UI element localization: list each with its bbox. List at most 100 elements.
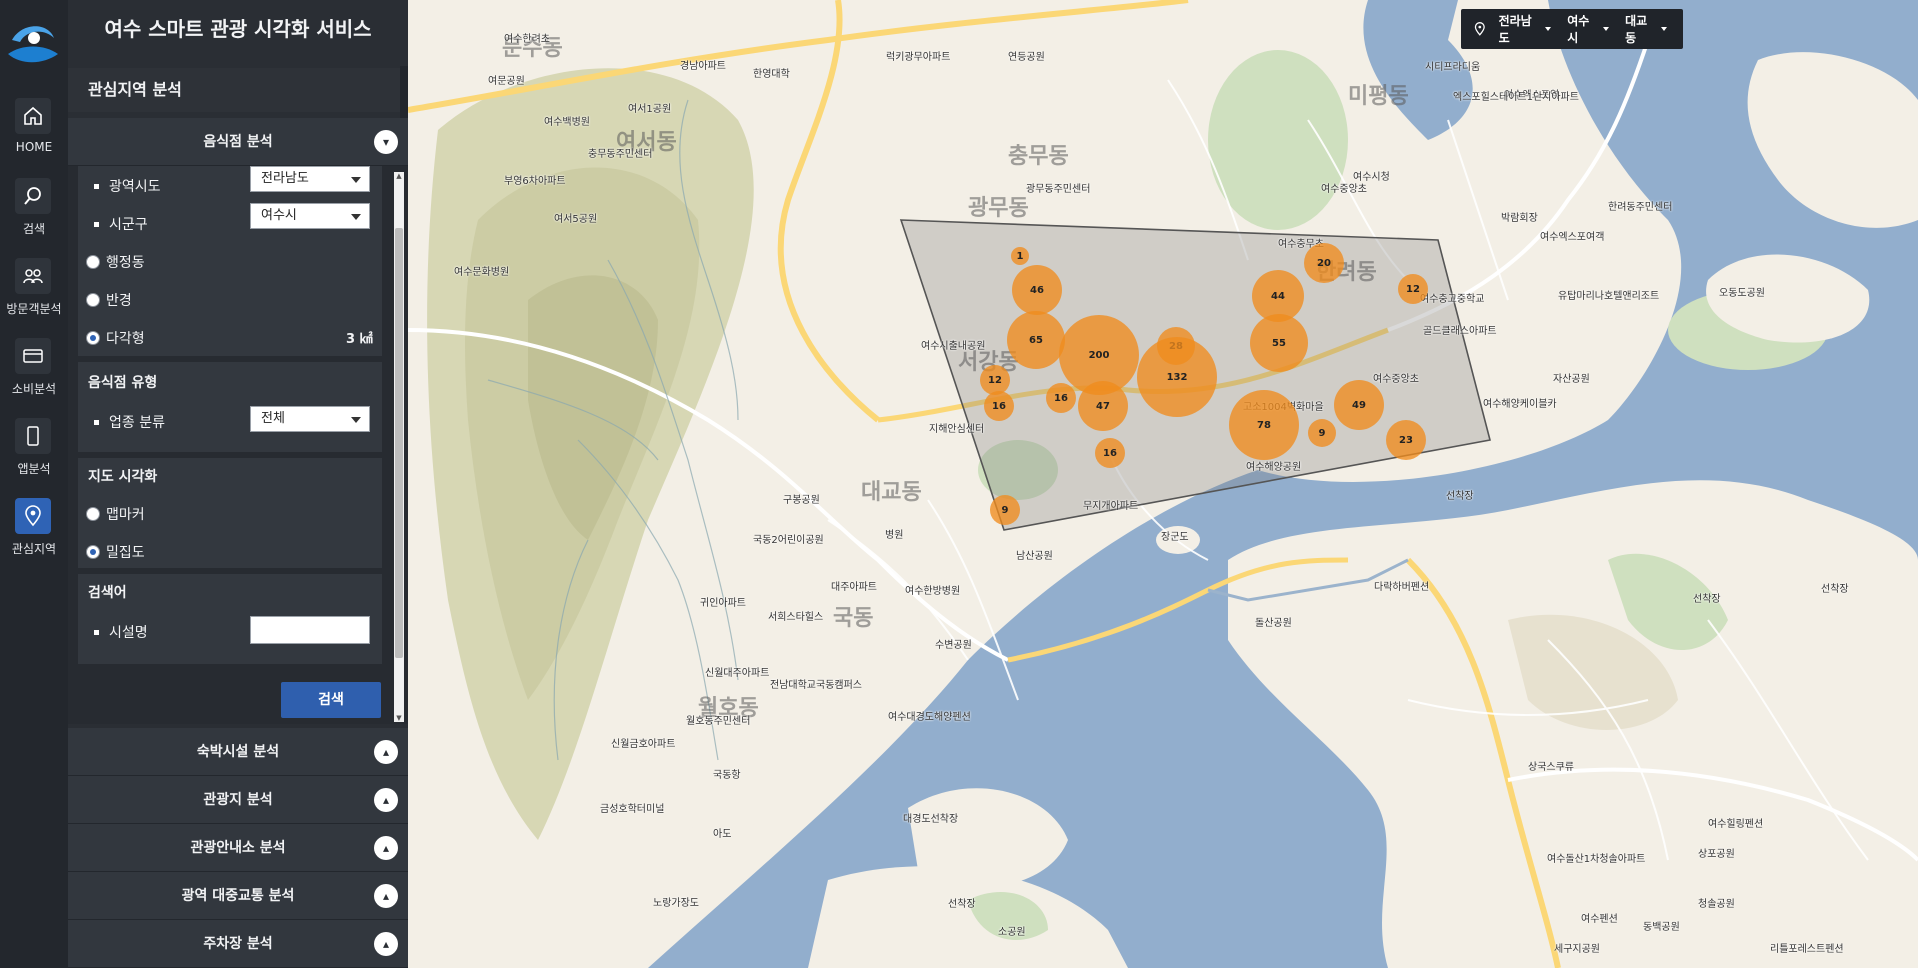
province-row: 광역시도 xyxy=(94,176,161,196)
place-label: 경남아파트 xyxy=(680,61,726,72)
city-dropdown[interactable]: 여수시 xyxy=(1567,12,1610,46)
radio-admin-dong[interactable]: 행정동 xyxy=(86,252,145,272)
density-cluster[interactable]: 12 xyxy=(1398,274,1428,304)
section-tourist-spot-header[interactable]: 관광지 분석 ▴ xyxy=(68,776,408,824)
map-view[interactable]: 문수동 미평동 여서동 광무동 충무동 서강동 한려동 대교동 국동 월호동 여… xyxy=(408,0,1918,968)
scroll-thumb[interactable] xyxy=(395,228,403,658)
place-label: 여수중앙초 xyxy=(1373,374,1419,385)
place-label: 상국스쿠류 xyxy=(1528,762,1574,773)
caret-down-icon xyxy=(1603,27,1610,31)
place-label: 선착장 xyxy=(1446,491,1474,502)
density-cluster[interactable]: 132 xyxy=(1137,337,1217,417)
density-cluster[interactable]: 46 xyxy=(1012,265,1062,315)
place-label: 남산공원 xyxy=(1016,551,1053,562)
scroll-up-icon[interactable]: ▲ xyxy=(394,172,404,180)
scroll-down-icon[interactable]: ▼ xyxy=(394,714,404,722)
search-icon xyxy=(15,178,51,214)
section-transit-header[interactable]: 광역 대중교통 분석 ▴ xyxy=(68,872,408,920)
density-cluster[interactable]: 78 xyxy=(1229,390,1299,460)
caret-down-icon xyxy=(351,417,361,423)
radio-button[interactable] xyxy=(86,331,100,345)
phone-icon xyxy=(15,418,51,454)
province-select[interactable]: 전라남도 xyxy=(250,166,370,192)
place-label: 선착장 xyxy=(1821,584,1849,595)
section-label: 관광안내소 분석 xyxy=(190,840,286,856)
facility-input[interactable] xyxy=(250,616,370,644)
radio-map-marker[interactable]: 맵마커 xyxy=(86,504,145,524)
density-cluster[interactable]: 9 xyxy=(990,495,1020,525)
density-cluster[interactable]: 47 xyxy=(1078,381,1128,431)
chevron-down-icon[interactable]: ▾ xyxy=(374,130,398,154)
radio-radius[interactable]: 반경 xyxy=(86,290,132,310)
place-label: 한영대학 xyxy=(753,69,790,80)
place-label: 동백공원 xyxy=(1643,922,1680,933)
place-label: 여문공원 xyxy=(488,76,525,87)
rail-label: 소비분석 xyxy=(11,382,57,396)
place-label: 병원 xyxy=(885,530,904,541)
density-cluster[interactable]: 16 xyxy=(1046,383,1076,413)
density-cluster[interactable]: 20 xyxy=(1304,243,1344,283)
place-label: 부영6차아파트 xyxy=(504,176,566,187)
radio-button[interactable] xyxy=(86,255,100,269)
radio-density[interactable]: 밀집도 xyxy=(86,542,145,562)
province-dropdown[interactable]: 전라남도 xyxy=(1499,12,1552,46)
radio-button[interactable] xyxy=(86,507,100,521)
section-food-header[interactable]: 음식점 분석 ▾ xyxy=(68,118,408,166)
place-label: 무지개아파트 xyxy=(1083,501,1139,512)
chevron-up-icon[interactable]: ▴ xyxy=(374,884,398,908)
place-label: 여수충고중학교 xyxy=(1420,294,1485,305)
rail-spending[interactable]: 소비분석 xyxy=(0,338,68,418)
place-label: 여수문화병원 xyxy=(454,267,510,278)
search-button[interactable]: 검색 xyxy=(281,682,381,718)
place-label: 선착장 xyxy=(948,899,976,910)
place-label: 세구지공원 xyxy=(1554,944,1600,955)
radio-polygon[interactable]: 다각형 xyxy=(86,328,145,348)
section-label: 음식점 분석 xyxy=(203,134,273,150)
facility-row: 시설명 xyxy=(94,622,148,642)
density-cluster[interactable]: 9 xyxy=(1308,419,1336,447)
rail-search[interactable]: 검색 xyxy=(0,178,68,258)
place-label: 여수백병원 xyxy=(544,117,590,128)
app-logo[interactable] xyxy=(4,14,62,68)
place-label: 여수펜션 xyxy=(1581,914,1618,925)
density-cluster[interactable]: 49 xyxy=(1334,380,1384,430)
rail-home[interactable]: HOME xyxy=(0,98,68,178)
province-label: 광역시도 xyxy=(109,179,161,195)
panel-scrollbar[interactable]: ▲ ▼ xyxy=(394,172,404,722)
place-label: 시티프라디움 xyxy=(1425,62,1481,73)
city-select[interactable]: 여수시 xyxy=(250,203,370,229)
city-label: 시군구 xyxy=(109,217,148,233)
place-label: 청솔공원 xyxy=(1698,899,1735,910)
radio-button[interactable] xyxy=(86,293,100,307)
caret-down-icon xyxy=(1661,27,1667,31)
section-lodging-header[interactable]: 숙박시설 분석 ▴ xyxy=(68,728,408,776)
chevron-up-icon[interactable]: ▴ xyxy=(374,740,398,764)
chevron-up-icon[interactable]: ▴ xyxy=(374,836,398,860)
chevron-up-icon[interactable]: ▴ xyxy=(374,788,398,812)
density-cluster[interactable]: 65 xyxy=(1007,311,1065,369)
place-label: 충무동주민센터 xyxy=(588,149,653,160)
category-select[interactable]: 전체 xyxy=(250,406,370,432)
density-cluster[interactable]: 16 xyxy=(1095,438,1125,468)
density-cluster[interactable]: 55 xyxy=(1250,314,1308,372)
home-icon xyxy=(15,98,51,134)
location-pin-icon xyxy=(1474,22,1485,36)
place-label: 여수해양케이블카 xyxy=(1483,399,1557,410)
section-parking-header[interactable]: 주차장 분석 ▴ xyxy=(68,920,408,968)
rail-app[interactable]: 앱분석 xyxy=(0,418,68,498)
dong-label: 대교동 xyxy=(861,480,922,505)
density-cluster[interactable]: 16 xyxy=(984,391,1014,421)
section-info-center-header[interactable]: 관광안내소 분석 ▴ xyxy=(68,824,408,872)
density-cluster[interactable]: 1 xyxy=(1011,247,1029,265)
chevron-up-icon[interactable]: ▴ xyxy=(374,932,398,956)
place-label: 여수대경도해양펜션 xyxy=(888,712,971,723)
place-label: 서희스타힐스 xyxy=(768,612,824,623)
rail-interest-area[interactable]: 관심지역 xyxy=(0,498,68,578)
rail-visitors[interactable]: 방문객분석 xyxy=(0,258,68,338)
radio-label: 다각형 xyxy=(106,331,145,347)
caret-down-icon xyxy=(351,177,361,183)
dong-dropdown[interactable]: 대교동 xyxy=(1625,12,1667,46)
radio-button[interactable] xyxy=(86,545,100,559)
density-cluster[interactable]: 23 xyxy=(1386,420,1426,460)
dong-label: 미평동 xyxy=(1348,84,1409,109)
